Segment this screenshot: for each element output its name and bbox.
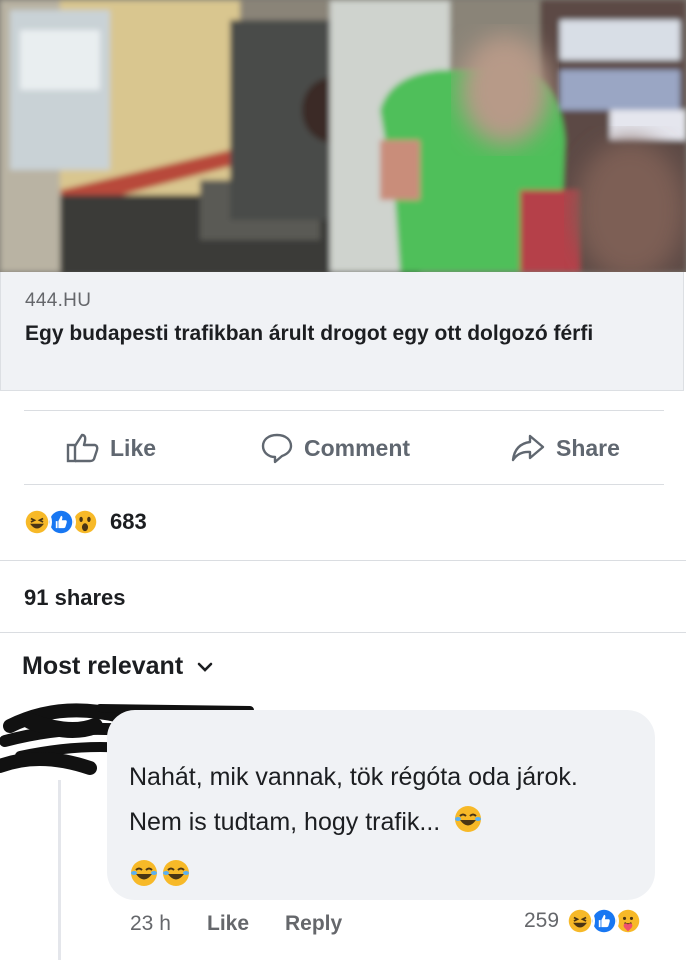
shares-count[interactable]: 91 shares	[24, 585, 126, 611]
like-label: Like	[110, 434, 157, 461]
divider	[24, 410, 664, 411]
divider	[24, 484, 664, 485]
comment-body: Nahát, mik vannak, tök régóta oda járok.…	[129, 763, 578, 836]
share-label: Share	[556, 434, 620, 461]
comment-reactions[interactable]: 259	[524, 906, 644, 936]
comment-label: Comment	[304, 434, 411, 461]
divider	[0, 560, 686, 561]
laughing-emoji-icon	[163, 860, 189, 886]
like-button[interactable]: Like	[66, 428, 156, 468]
comment-reply-button[interactable]: Reply	[285, 912, 342, 936]
sort-label: Most relevant	[22, 652, 184, 680]
divider	[0, 632, 686, 633]
comment-bubble[interactable]: Nahát, mik vannak, tök régóta oda járok.…	[107, 710, 655, 900]
comment-sort-dropdown[interactable]: Most relevant	[22, 652, 213, 681]
haha-emoji-icon	[565, 906, 596, 936]
comment-emoji-row	[129, 858, 191, 888]
haha-emoji-icon	[22, 507, 52, 537]
link-preview[interactable]: 444.HU Egy budapesti trafikban árult dro…	[0, 272, 684, 391]
laughing-emoji-icon	[131, 860, 157, 886]
comment-text: Nahát, mik vannak, tök régóta oda járok.…	[129, 755, 629, 845]
post-image[interactable]	[0, 0, 686, 272]
share-button[interactable]: Share	[510, 428, 620, 468]
chevron-down-icon	[197, 662, 213, 672]
comment-like-button[interactable]: Like	[207, 912, 249, 936]
comment-icon	[261, 433, 293, 464]
comment-reaction-count: 259	[524, 909, 560, 932]
thumbs-up-icon	[66, 433, 99, 463]
reactions-summary[interactable]: 683	[22, 507, 147, 537]
link-title[interactable]: Egy budapesti trafikban árult drogot egy…	[25, 320, 625, 348]
link-domain: 444.HU	[25, 290, 92, 311]
laughing-emoji-icon	[455, 806, 482, 832]
reply-thread-line	[58, 780, 61, 960]
comment-timestamp[interactable]: 23 h	[130, 912, 171, 936]
share-icon	[511, 434, 545, 462]
comment-button[interactable]: Comment	[260, 428, 410, 468]
reaction-count: 683	[110, 509, 147, 534]
